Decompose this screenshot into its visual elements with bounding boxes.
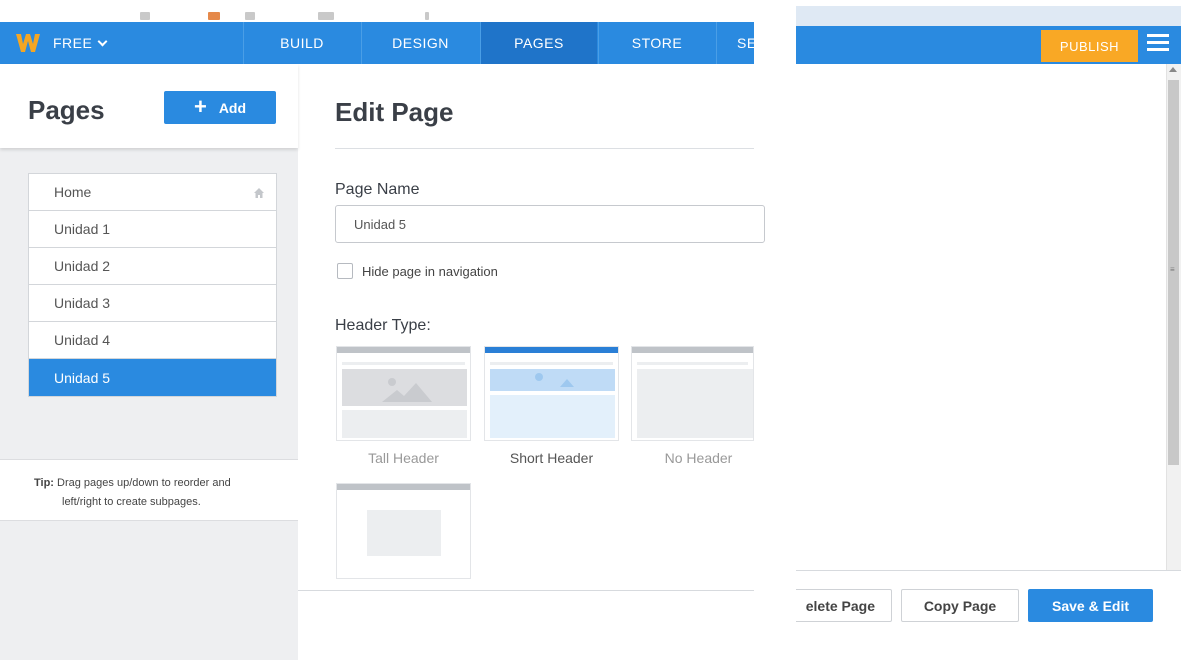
tab-settings[interactable]: SE	[716, 22, 754, 64]
sidebar-title: Pages	[28, 95, 105, 125]
page-item-label: Home	[54, 184, 92, 200]
content-placeholder	[490, 395, 615, 438]
page-item-unidad-2[interactable]: Unidad 2	[29, 248, 276, 285]
tip-box: Tip: Drag pages up/down to reorder and l…	[0, 459, 298, 521]
image-placeholder	[342, 369, 467, 406]
header-type-label: Header Type:	[335, 317, 431, 334]
tab-build[interactable]: BUILD	[243, 22, 360, 64]
page-item-unidad-5[interactable]: Unidad 5	[29, 359, 276, 396]
tab-design[interactable]: DESIGN	[361, 22, 479, 64]
header-card-bar	[337, 347, 470, 353]
edit-page-title: Edit Page	[335, 97, 454, 127]
bottom-bar	[298, 590, 754, 660]
tab-label: SE	[737, 35, 754, 51]
publish-button[interactable]: PUBLISH	[1041, 30, 1138, 62]
tab-label: STORE	[631, 35, 683, 51]
add-page-button[interactable]: + Add	[164, 91, 276, 124]
page-item-unidad-3[interactable]: Unidad 3	[29, 285, 276, 322]
home-icon	[254, 188, 264, 198]
copy-page-button[interactable]: Copy Page	[901, 589, 1019, 622]
scroll-up-arrow-icon[interactable]	[1169, 67, 1177, 72]
page-item-label: Unidad 3	[54, 295, 111, 311]
add-label: Add	[218, 99, 247, 116]
hide-in-navigation-checkbox[interactable]	[337, 263, 353, 279]
header-option-other[interactable]	[336, 483, 471, 579]
tip-label: Tip:	[34, 477, 54, 489]
header-option-tall[interactable]	[336, 346, 471, 441]
chevron-down-icon	[97, 36, 108, 46]
header-option-none[interactable]	[631, 346, 754, 441]
sidebar-header: Pages + Add	[0, 64, 298, 148]
bookmark-icon	[245, 12, 255, 20]
grip-icon: ≡	[1170, 265, 1175, 274]
tab-store[interactable]: STORE	[598, 22, 715, 64]
header-card-bar	[485, 347, 618, 353]
header-card-bar	[337, 484, 470, 490]
save-and-edit-button[interactable]: Save & Edit	[1028, 589, 1153, 622]
page-list: Home Unidad 1 Unidad 2 Unidad 3 Unidad 4…	[28, 173, 277, 397]
page-item-label: Unidad 4	[54, 332, 111, 348]
page-item-label: Unidad 5	[54, 369, 111, 386]
tip-text-line2: left/right to create subpages.	[62, 496, 201, 508]
content-placeholder	[342, 410, 467, 438]
page-item-unidad-1[interactable]: Unidad 1	[29, 211, 276, 248]
page-item-label: Unidad 1	[54, 221, 111, 237]
page-item-label: Unidad 2	[54, 258, 111, 274]
hamburger-menu-icon[interactable]	[1147, 34, 1169, 54]
pages-sidebar: Pages + Add Home Unidad 1 Unidad 2 Unida…	[0, 64, 298, 660]
content-placeholder	[367, 510, 441, 556]
image-placeholder-icon	[382, 378, 432, 402]
page-item-home[interactable]: Home	[29, 174, 276, 211]
bookmark-icon	[140, 12, 150, 20]
tab-label: DESIGN	[392, 35, 449, 51]
divider	[335, 148, 754, 149]
page-name-input[interactable]	[335, 205, 765, 243]
header-option-label: Short Header	[509, 450, 594, 466]
bookmark-icon	[318, 12, 334, 20]
delete-label: elete Page	[805, 597, 875, 614]
browser-bookmarks-strip	[0, 0, 754, 22]
hide-in-navigation-label: Hide page in navigation	[362, 264, 498, 279]
bookmark-icon	[425, 12, 429, 20]
screenshot-gap	[754, 560, 796, 660]
browser-bar	[796, 6, 1181, 26]
image-placeholder-icon	[535, 373, 574, 387]
plan-label: FREE	[53, 35, 93, 51]
top-nav: FREE BUILD DESIGN PAGES STORE SE	[0, 22, 754, 64]
tab-label: PAGES	[514, 35, 564, 51]
bookmark-icon	[208, 12, 220, 20]
header-option-label: No Header	[664, 450, 733, 466]
tab-pages[interactable]: PAGES	[480, 22, 597, 64]
plus-icon: +	[193, 93, 207, 119]
tab-label: BUILD	[280, 35, 324, 51]
image-placeholder	[490, 369, 615, 391]
header-card-bar	[632, 347, 753, 353]
tip-text-line1: Drag pages up/down to reorder and	[57, 477, 231, 489]
copy-label: Copy Page	[923, 597, 997, 614]
page-name-label: Page Name	[335, 181, 420, 198]
save-label: Save & Edit	[1051, 597, 1130, 614]
content-placeholder	[637, 369, 753, 438]
header-option-short[interactable]	[484, 346, 619, 441]
header-card-line	[342, 362, 465, 365]
header-option-label: Tall Header	[368, 450, 439, 466]
page-item-unidad-4[interactable]: Unidad 4	[29, 322, 276, 359]
plan-dropdown[interactable]: FREE	[53, 35, 108, 51]
weebly-logo-icon	[16, 34, 40, 52]
header-card-line	[490, 362, 613, 365]
header-card-line	[637, 362, 748, 365]
